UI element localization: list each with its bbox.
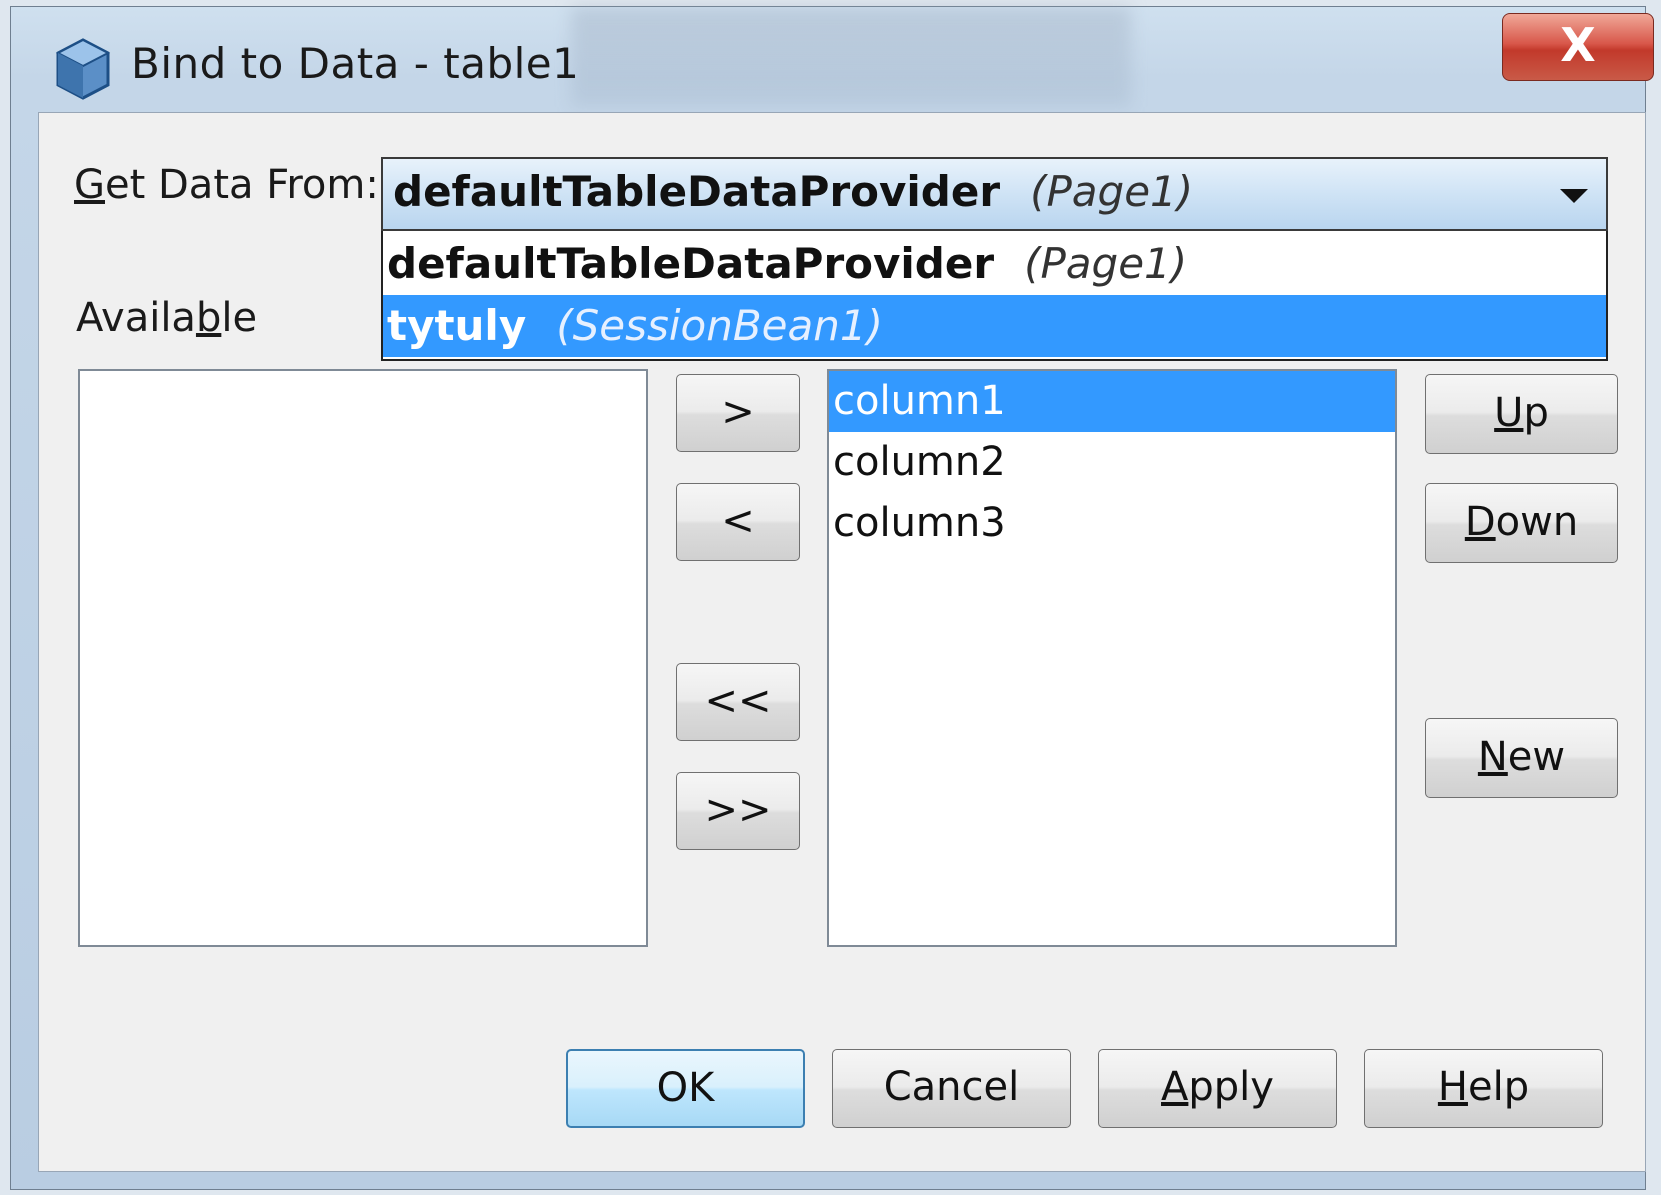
dropdown-option-tytuly[interactable]: tytuly (SessionBean1)	[383, 295, 1606, 357]
data-provider-dropdown: defaultTableDataProvider (Page1) tytuly (S…	[381, 231, 1608, 361]
chevron-down-icon[interactable]	[1560, 189, 1588, 203]
move-up-button[interactable]: Up	[1425, 374, 1618, 454]
close-button[interactable]: X	[1502, 13, 1654, 81]
list-item-column1[interactable]: column1	[829, 371, 1395, 432]
help-button[interactable]: Help	[1364, 1049, 1603, 1128]
title-bar-background	[571, 7, 1131, 107]
available-label: Available	[76, 295, 258, 341]
data-provider-combobox[interactable]: defaultTableDataProvider (Page1)	[381, 157, 1608, 231]
list-item-column2[interactable]: column2	[829, 432, 1395, 493]
move-down-button[interactable]: Down	[1425, 483, 1618, 563]
selected-columns-list[interactable]: column1 column2 column3	[827, 369, 1397, 947]
add-column-button[interactable]: >	[676, 374, 800, 452]
remove-column-button[interactable]: <	[676, 483, 800, 561]
list-item-column3[interactable]: column3	[829, 493, 1395, 554]
available-columns-list[interactable]	[78, 369, 648, 947]
combobox-selected-value: defaultTableDataProvider (Page1)	[393, 167, 1194, 216]
close-icon: X	[1560, 18, 1596, 72]
cancel-button[interactable]: Cancel	[832, 1049, 1071, 1128]
get-data-from-label: Get Data From:	[74, 162, 379, 208]
bean-cube-icon	[55, 38, 111, 100]
window-title: Bind to Data - table1	[131, 39, 580, 88]
remove-all-columns-button[interactable]: <<	[676, 663, 800, 741]
apply-button[interactable]: Apply	[1098, 1049, 1337, 1128]
dropdown-option-default-table-data-provider[interactable]: defaultTableDataProvider (Page1)	[383, 233, 1606, 295]
new-column-button[interactable]: New	[1425, 718, 1618, 798]
ok-button[interactable]: OK	[566, 1049, 805, 1128]
add-all-columns-button[interactable]: >>	[676, 772, 800, 850]
